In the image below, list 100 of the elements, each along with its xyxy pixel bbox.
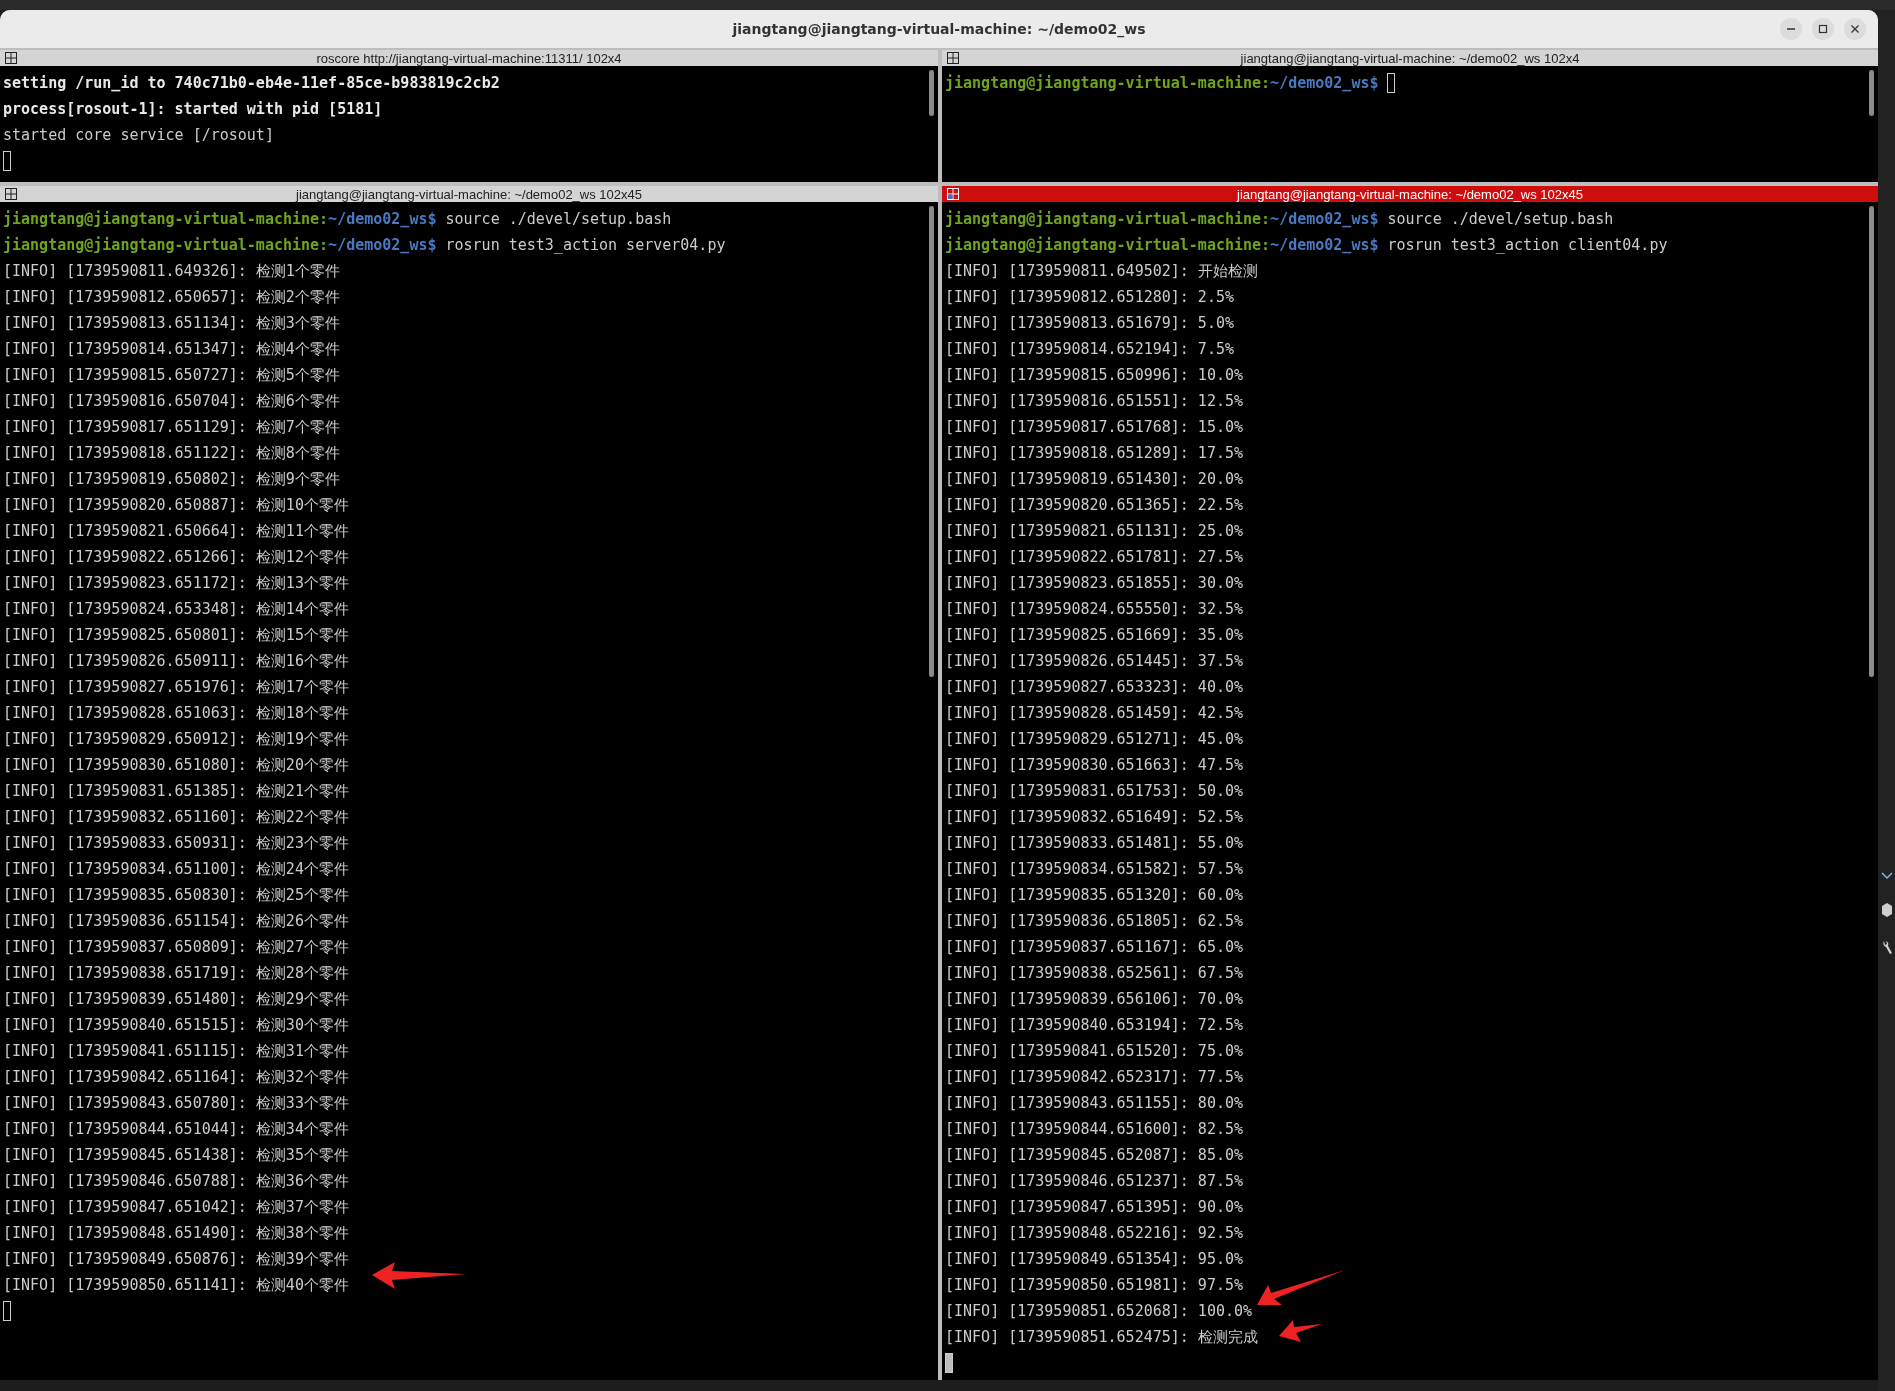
prompt-path: ~/demo02_ws$: [328, 235, 437, 256]
output-line: [INFO] [1739590840.651515]: 检测30个零件: [3, 1015, 349, 1036]
close-button[interactable]: [1844, 18, 1866, 40]
output-line: [INFO] [1739590851.652475]: 检测完成: [945, 1327, 1258, 1348]
output-line: [INFO] [1739590829.650912]: 检测19个零件: [3, 729, 349, 750]
scrollbar[interactable]: [1869, 206, 1874, 678]
pane-title: jiangtang@jiangtang-virtual-machine: ~/demo02_ws 102x45: [1237, 186, 1583, 202]
text-cursor: [945, 1353, 953, 1373]
output-line: [INFO] [1739590835.651320]: 60.0%: [945, 885, 1243, 906]
output-line: [INFO] [1739590820.651365]: 22.5%: [945, 495, 1243, 516]
grid-icon[interactable]: [947, 52, 959, 64]
output-line: [INFO] [1739590811.649326]: 检测1个零件: [3, 261, 340, 282]
output-line: [INFO] [1739590811.649502]: 开始检测: [945, 261, 1258, 282]
output-line: [INFO] [1739590824.655550]: 32.5%: [945, 599, 1243, 620]
output-line: [INFO] [1739590833.650931]: 检测23个零件: [3, 833, 349, 854]
output-line: [INFO] [1739590812.651280]: 2.5%: [945, 287, 1234, 308]
maximize-button[interactable]: [1812, 18, 1834, 40]
chevron-icon[interactable]: [1880, 872, 1893, 880]
output-line: [INFO] [1739590816.651551]: 12.5%: [945, 391, 1243, 412]
output-line: [INFO] [1739590845.652087]: 85.0%: [945, 1145, 1243, 1166]
prompt-user: jiangtang@jiangtang-virtual-machine:: [945, 209, 1271, 230]
output-line: [INFO] [1739590839.656106]: 70.0%: [945, 989, 1243, 1010]
output-line: [INFO] [1739590827.651976]: 检测17个零件: [3, 677, 349, 698]
output-line: [INFO] [1739590839.651480]: 检测29个零件: [3, 989, 349, 1010]
output-line: [INFO] [1739590851.652068]: 100.0%: [945, 1301, 1253, 1322]
grid-icon[interactable]: [5, 52, 17, 64]
output-line: [INFO] [1739590831.651753]: 50.0%: [945, 781, 1243, 802]
output-line: [INFO] [1739590823.651172]: 检测13个零件: [3, 573, 349, 594]
output-line: [INFO] [1739590844.651600]: 82.5%: [945, 1119, 1243, 1140]
output-line: started core service [/rosout]: [3, 125, 274, 146]
output-line: [INFO] [1739590824.653348]: 检测14个零件: [3, 599, 349, 620]
prompt-path: ~/demo02_ws$: [1270, 209, 1379, 230]
text-cursor: [3, 151, 11, 171]
command-text: source ./devel/setup.bash: [1387, 209, 1614, 230]
output-line: [INFO] [1739590847.651042]: 检测37个零件: [3, 1197, 349, 1218]
output-line: [INFO] [1739590815.650727]: 检测5个零件: [3, 365, 340, 386]
grid-icon[interactable]: [5, 188, 17, 200]
text-cursor: [3, 1301, 11, 1321]
output-line: [INFO] [1739590849.651354]: 95.0%: [945, 1249, 1243, 1270]
output-line: [INFO] [1739590840.653194]: 72.5%: [945, 1015, 1243, 1036]
output-line: [INFO] [1739590822.651266]: 检测12个零件: [3, 547, 349, 568]
command-text: rosrun test3_action server04.py: [445, 235, 726, 256]
output-line: [INFO] [1739590829.651271]: 45.0%: [945, 729, 1243, 750]
output-line: process[rosout-1]: started with pid [5181]: [3, 99, 383, 120]
wrench-icon[interactable]: [1880, 940, 1893, 956]
output-line: [INFO] [1739590816.650704]: 检测6个零件: [3, 391, 340, 412]
output-line: [INFO] [1739590838.651719]: 检测28个零件: [3, 963, 349, 984]
scrollbar[interactable]: [929, 206, 934, 678]
output-line: [INFO] [1739590828.651459]: 42.5%: [945, 703, 1243, 724]
pane-title: roscore http://jiangtang-virtual-machine:11311/ 102x4: [316, 50, 622, 66]
output-line: [INFO] [1739590846.650788]: 检测36个零件: [3, 1171, 349, 1192]
window-title: jiangtang@jiangtang-virtual-machine: ~/demo02_ws: [732, 21, 1146, 37]
output-line: [INFO] [1739590845.651438]: 检测35个零件: [3, 1145, 349, 1166]
box-icon[interactable]: [1880, 902, 1893, 918]
output-line: [INFO] [1739590814.652194]: 7.5%: [945, 339, 1234, 360]
minimize-icon: [1786, 28, 1796, 30]
output-line: [INFO] [1739590842.651164]: 检测32个零件: [3, 1067, 349, 1088]
output-line: [INFO] [1739590818.651289]: 17.5%: [945, 443, 1243, 464]
output-line: [INFO] [1739590841.651520]: 75.0%: [945, 1041, 1243, 1062]
output-line: [INFO] [1739590847.651395]: 90.0%: [945, 1197, 1243, 1218]
command-text: rosrun test3_action client04.py: [1387, 235, 1668, 256]
output-line: [INFO] [1739590820.650887]: 检测10个零件: [3, 495, 349, 516]
output-line: [INFO] [1739590819.651430]: 20.0%: [945, 469, 1243, 490]
output-line: [INFO] [1739590828.651063]: 检测18个零件: [3, 703, 349, 724]
output-line: [INFO] [1739590833.651481]: 55.0%: [945, 833, 1243, 854]
output-line: [INFO] [1739590821.650664]: 检测11个零件: [3, 521, 349, 542]
output-line: [INFO] [1739590843.651155]: 80.0%: [945, 1093, 1243, 1114]
output-line: [INFO] [1739590821.651131]: 25.0%: [945, 521, 1243, 542]
output-line: [INFO] [1739590830.651663]: 47.5%: [945, 755, 1243, 776]
output-line: [INFO] [1739590826.651445]: 37.5%: [945, 651, 1243, 672]
output-line: [INFO] [1739590831.651385]: 检测21个零件: [3, 781, 349, 802]
text-cursor: [1387, 73, 1396, 93]
scrollbar[interactable]: [929, 70, 934, 117]
output-line: [INFO] [1739590842.652317]: 77.5%: [945, 1067, 1243, 1088]
output-line: [INFO] [1739590819.650802]: 检测9个零件: [3, 469, 340, 490]
output-line: [INFO] [1739590814.651347]: 检测4个零件: [3, 339, 340, 360]
prompt-user: jiangtang@jiangtang-virtual-machine:: [945, 235, 1271, 256]
output-line: [INFO] [1739590835.650830]: 检测25个零件: [3, 885, 349, 906]
output-line: [INFO] [1739590813.651134]: 检测3个零件: [3, 313, 340, 334]
output-line: [INFO] [1739590817.651768]: 15.0%: [945, 417, 1243, 438]
output-line: [INFO] [1739590849.650876]: 检测39个零件: [3, 1249, 349, 1270]
prompt-path: ~/demo02_ws$: [1270, 235, 1379, 256]
output-line: [INFO] [1739590848.651490]: 检测38个零件: [3, 1223, 349, 1244]
maximize-icon: [1818, 24, 1828, 34]
pane-title: jiangtang@jiangtang-virtual-machine: ~/demo02_ws 102x45: [296, 186, 642, 202]
output-line: [INFO] [1739590841.651115]: 检测31个零件: [3, 1041, 349, 1062]
output-line: setting /run_id to 740c71b0-eb4e-11ef-85ce-b983819c2cb2: [3, 73, 500, 94]
output-line: [INFO] [1739590826.650911]: 检测16个零件: [3, 651, 349, 672]
minimize-button[interactable]: [1780, 18, 1802, 40]
close-icon: [1850, 24, 1860, 34]
command-text: source ./devel/setup.bash: [445, 209, 672, 230]
output-line: [INFO] [1739590850.651141]: 检测40个零件: [3, 1275, 349, 1296]
output-line: [INFO] [1739590837.650809]: 检测27个零件: [3, 937, 349, 958]
output-line: [INFO] [1739590825.651669]: 35.0%: [945, 625, 1243, 646]
prompt-path: ~/demo02_ws$: [328, 209, 437, 230]
output-line: [INFO] [1739590836.651154]: 检测26个零件: [3, 911, 349, 932]
output-line: [INFO] [1739590834.651100]: 检测24个零件: [3, 859, 349, 880]
output-line: [INFO] [1739590825.650801]: 检测15个零件: [3, 625, 349, 646]
prompt-path: ~/demo02_ws$: [1270, 73, 1379, 94]
scrollbar[interactable]: [1869, 70, 1874, 117]
